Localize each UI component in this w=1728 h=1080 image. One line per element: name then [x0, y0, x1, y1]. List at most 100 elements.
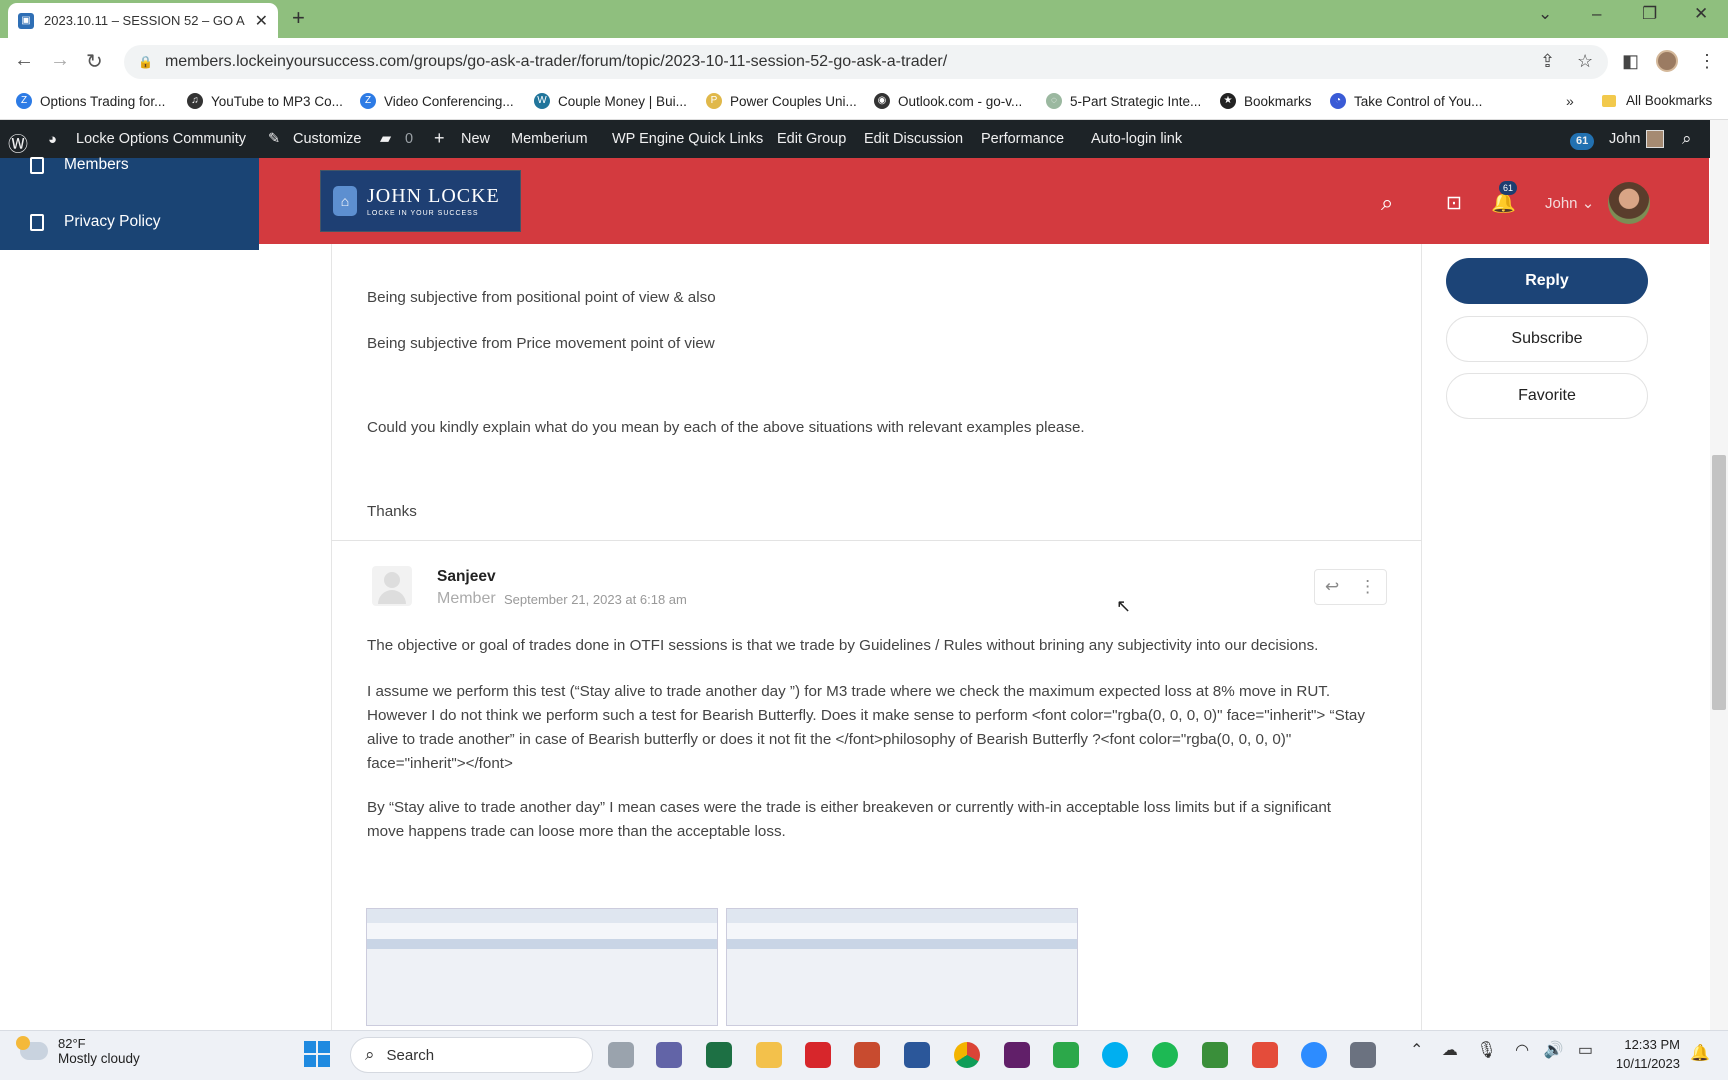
restore-icon[interactable]: ❐	[1642, 4, 1657, 24]
wordpress-logo-icon[interactable]: Ⓦ	[8, 128, 28, 157]
snagit-icon[interactable]	[1252, 1042, 1278, 1068]
header-search-icon[interactable]: ⌕	[1381, 190, 1393, 216]
bookmark-item[interactable]: ★ Bookmarks	[1220, 93, 1312, 109]
adminbar-wpengine[interactable]: WP Engine Quick Links	[612, 131, 763, 147]
menu-item-members[interactable]: Members	[30, 156, 129, 174]
settings-icon[interactable]	[1350, 1042, 1376, 1068]
back-icon[interactable]: ←	[14, 49, 34, 72]
bookmark-item[interactable]: ◔ Take Control of You...	[1330, 93, 1482, 109]
microphone-icon[interactable]: 🎙	[1476, 1042, 1496, 1059]
post-text: Being subjective from positional point o…	[367, 289, 716, 306]
camtasia-icon[interactable]	[1053, 1042, 1079, 1068]
zoom-icon[interactable]	[1301, 1042, 1327, 1068]
teams-icon[interactable]	[656, 1042, 682, 1068]
adminbar-edit-discussion[interactable]: Edit Discussion	[864, 131, 963, 147]
slack-icon[interactable]	[1004, 1042, 1030, 1068]
address-bar[interactable]: 🔒 members.lockeinyoursuccess.com/groups/…	[124, 45, 1608, 79]
adminbar-search-icon[interactable]: ⌕	[1682, 129, 1692, 149]
skype-icon[interactable]	[1102, 1042, 1128, 1068]
url-text: members.lockeinyoursuccess.com/groups/go…	[164, 53, 948, 70]
bookmark-star-icon[interactable]: ☆	[1577, 51, 1593, 72]
bookmark-favicon-icon: P	[706, 93, 722, 109]
share-icon[interactable]: ⇪	[1540, 51, 1555, 72]
adminbar-site[interactable]: Locke Options Community	[76, 131, 246, 147]
adminbar-count-badge[interactable]: 61	[1570, 133, 1595, 150]
subscribe-button[interactable]: Subscribe	[1446, 316, 1648, 362]
all-bookmarks[interactable]: All Bookmarks	[1602, 93, 1712, 108]
author-name[interactable]: Sanjeev	[437, 568, 496, 586]
all-bookmarks-label: All Bookmarks	[1626, 93, 1713, 108]
adminbar-customize[interactable]: Customize	[293, 131, 362, 147]
folder-icon[interactable]	[756, 1042, 782, 1068]
more-options-icon[interactable]: ⋮	[1359, 577, 1376, 597]
adminbar-user[interactable]: John	[1609, 131, 1640, 147]
reload-icon[interactable]: ↻	[86, 49, 103, 74]
notification-center-icon[interactable]: 🔔	[1690, 1043, 1710, 1063]
reply-arrow-icon[interactable]: ↩	[1325, 577, 1339, 597]
chevron-up-icon[interactable]: ⌃	[1410, 1042, 1423, 1059]
lock-icon: 🔒	[138, 55, 153, 69]
scrollbar-thumb[interactable]	[1712, 455, 1726, 710]
reply-button[interactable]: Reply	[1446, 258, 1648, 304]
header-user-menu[interactable]: John ⌄	[1545, 194, 1594, 212]
taskbar-search[interactable]: ⌕ Search	[350, 1037, 593, 1073]
adminbar-avatar[interactable]	[1646, 130, 1664, 148]
site-logo[interactable]: ⌂ JOHN LOCKE LOCKE IN YOUR SUCCESS	[320, 170, 521, 232]
app-icon[interactable]	[1202, 1042, 1228, 1068]
notifications-badge: 61	[1499, 181, 1517, 195]
page-icon	[30, 213, 44, 231]
chrome-icon[interactable]	[954, 1042, 980, 1068]
tab-search-chevron-icon[interactable]: ⌄	[1538, 4, 1552, 24]
close-window-icon[interactable]: ✕	[1694, 4, 1708, 24]
taskbar-clock[interactable]: 12:33 PM 10/11/2023	[1596, 1035, 1680, 1073]
attachment-thumbnail[interactable]	[366, 908, 718, 1026]
reply-paragraph: By “Stay alive to trade another day” I m…	[367, 799, 1332, 840]
weather-widget[interactable]: 82°F Mostly cloudy	[16, 1036, 140, 1066]
file-explorer-icon[interactable]	[608, 1042, 634, 1068]
bookmark-item[interactable]: ◉ Outlook.com - go-v...	[874, 93, 1022, 109]
menu-item-privacy-policy[interactable]: Privacy Policy	[30, 213, 160, 231]
bookmark-item[interactable]: W Couple Money | Bui...	[534, 93, 687, 109]
adminbar-memberium[interactable]: Memberium	[511, 131, 588, 147]
adminbar-autologin[interactable]: Auto-login link	[1091, 131, 1182, 147]
spotify-icon[interactable]	[1152, 1042, 1178, 1068]
more-bookmarks-icon[interactable]: »	[1566, 93, 1574, 109]
bookmark-item[interactable]: Z Options Trading for...	[16, 93, 165, 109]
cloud-icon	[16, 1036, 48, 1060]
profile-avatar[interactable]	[1656, 50, 1678, 72]
inbox-icon[interactable]: ⊡	[1446, 192, 1462, 215]
adminbar-comments-count[interactable]: 0	[405, 131, 413, 147]
close-tab-icon[interactable]: ✕	[255, 11, 268, 31]
attachment-thumbnail[interactable]	[726, 908, 1078, 1026]
word-icon[interactable]	[904, 1042, 930, 1068]
bookmark-item[interactable]: Z Video Conferencing...	[360, 93, 514, 109]
mouse-cursor-icon: ↖	[1116, 596, 1132, 616]
onedrive-icon[interactable]: ☁	[1442, 1042, 1458, 1059]
new-tab-icon[interactable]: +	[292, 5, 305, 31]
bookmark-item[interactable]: ♫ YouTube to MP3 Co...	[187, 93, 343, 109]
author-avatar[interactable]	[372, 566, 412, 606]
adminbar-new[interactable]: New	[461, 131, 490, 147]
excel-icon[interactable]	[706, 1042, 732, 1068]
post-actions: ↩ ⋮	[1314, 569, 1387, 605]
bookmark-item[interactable]: ◌ 5-Part Strategic Inte...	[1046, 93, 1201, 109]
minimize-icon[interactable]: –	[1592, 4, 1601, 24]
header-avatar[interactable]	[1608, 182, 1650, 224]
taskbar-search-label: Search	[386, 1046, 435, 1064]
powerpoint-icon[interactable]	[854, 1042, 880, 1068]
adminbar-edit-group[interactable]: Edit Group	[777, 131, 846, 147]
battery-icon[interactable]: ▭	[1578, 1042, 1593, 1059]
favorite-button[interactable]: Favorite	[1446, 373, 1648, 419]
bookmark-item[interactable]: P Power Couples Uni...	[706, 93, 857, 109]
author-role: Member	[437, 590, 496, 607]
opera-icon[interactable]	[805, 1042, 831, 1068]
side-panel-icon[interactable]: ◧	[1622, 51, 1639, 72]
adminbar-performance[interactable]: Performance	[981, 131, 1064, 147]
wifi-icon[interactable]: ◠	[1515, 1042, 1529, 1059]
volume-icon[interactable]: 🔊	[1544, 1042, 1564, 1059]
windows-start-icon[interactable]	[304, 1041, 330, 1067]
menu-kebab-icon[interactable]: ⋮	[1698, 51, 1716, 72]
browser-tab[interactable]: ▣ 2023.10.11 – SESSION 52 – GO A ✕	[8, 3, 278, 38]
bookmark-favicon-icon: ◉	[874, 93, 890, 109]
forward-icon[interactable]: →	[50, 49, 70, 72]
